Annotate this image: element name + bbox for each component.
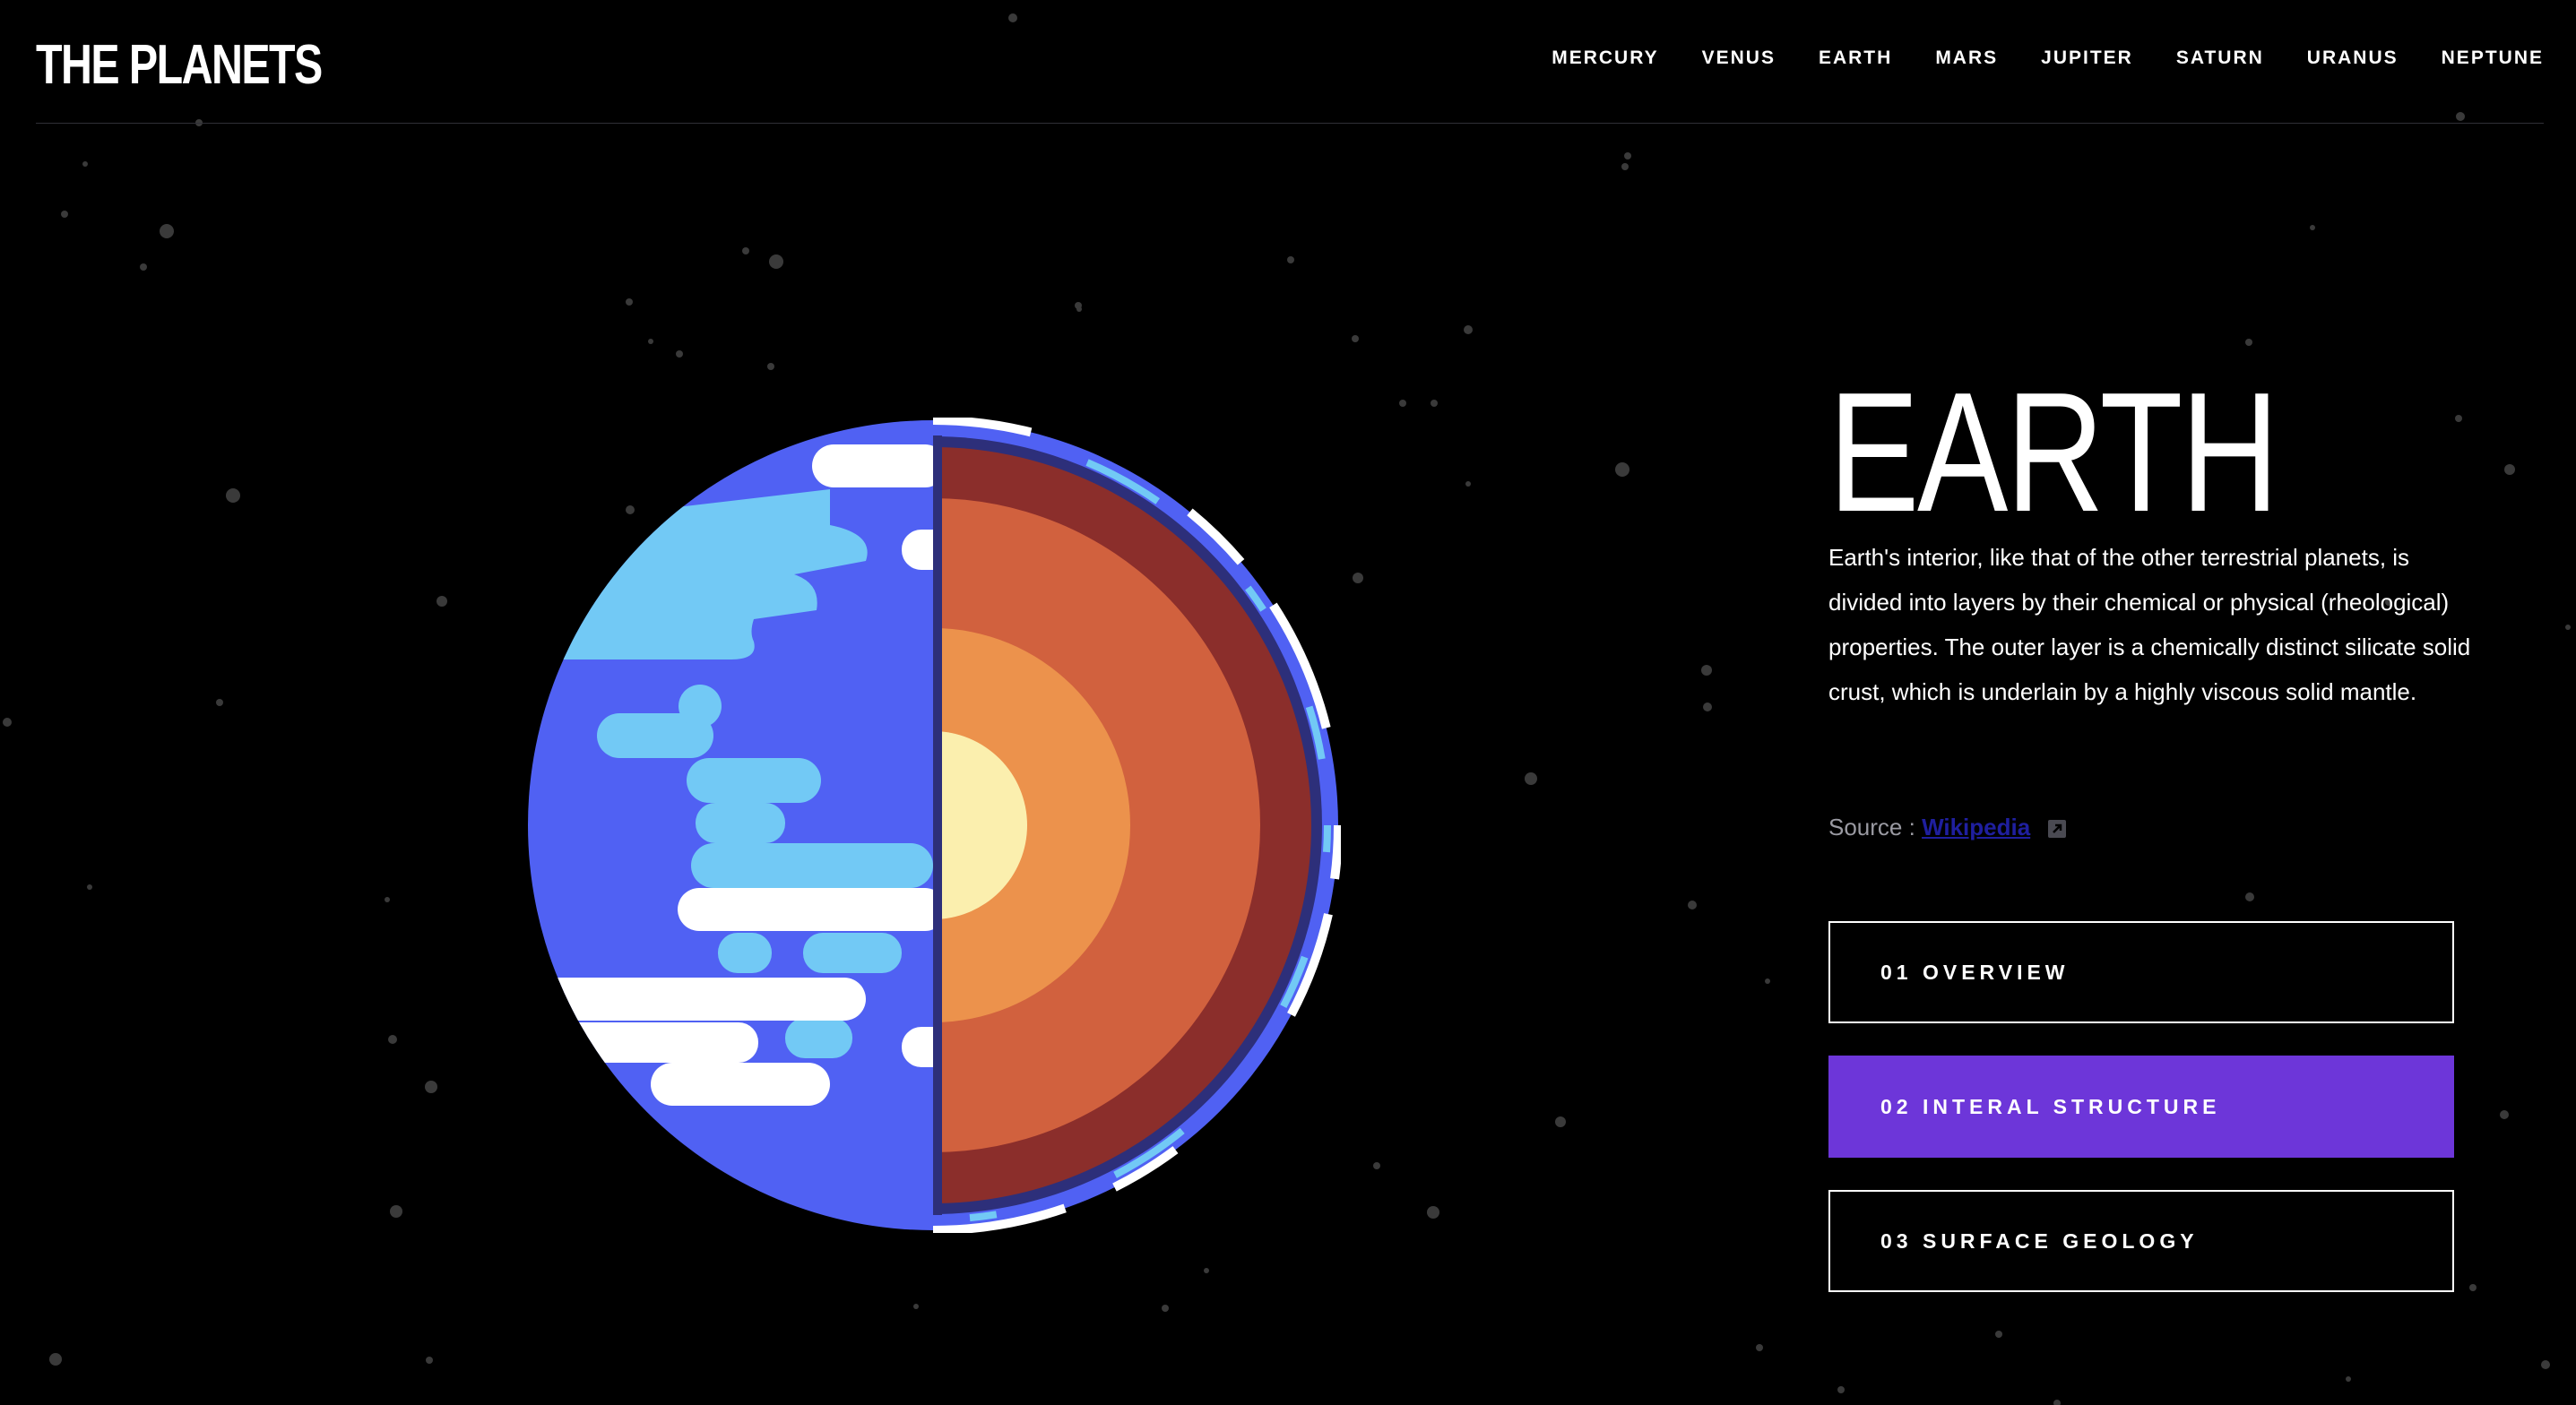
nav-item-earth[interactable]: EARTH [1819, 45, 1892, 72]
nav-item-venus[interactable]: VENUS [1702, 45, 1776, 72]
tab-overview-label: 01 OVERVIEW [1880, 960, 2070, 984]
nav-item-saturn[interactable]: SATURN [2176, 45, 2264, 72]
tab-surface-geology[interactable]: 03 SURFACE GEOLOGY [1828, 1190, 2454, 1292]
planet-title: EARTH [1828, 358, 2279, 547]
source-attribution: Source : Wikipedia [1828, 805, 2067, 849]
nav-item-neptune[interactable]: NEPTUNE [2442, 45, 2544, 72]
page: THE PLANETS MERCURY VENUS EARTH MARS JUP… [0, 0, 2576, 1405]
tab-internal-structure[interactable]: 02 INTERAL STRUCTURE [1828, 1056, 2454, 1158]
source-label: Source : [1828, 814, 1915, 840]
nav-item-mercury[interactable]: MERCURY [1552, 45, 1658, 72]
planet-description: Earth's interior, like that of the other… [1828, 544, 2471, 705]
site-logo[interactable]: THE PLANETS [36, 34, 323, 97]
tab-overview[interactable]: 01 OVERVIEW [1828, 921, 2454, 1023]
earth-internal-structure-illustration [528, 418, 1341, 1233]
header-divider [36, 123, 2544, 124]
source-link-wikipedia[interactable]: Wikipedia [1922, 814, 2030, 840]
nav-item-jupiter[interactable]: JUPITER [2041, 45, 2133, 72]
nav-item-uranus[interactable]: URANUS [2307, 45, 2399, 72]
tab-internal-structure-label: 02 INTERAL STRUCTURE [1880, 1094, 2221, 1118]
planet-nav: MERCURY VENUS EARTH MARS JUPITER SATURN … [1508, 45, 2544, 72]
nav-item-mars[interactable]: MARS [1935, 45, 1998, 72]
tab-surface-geology-label: 03 SURFACE GEOLOGY [1880, 1228, 2199, 1253]
external-link-icon[interactable] [2047, 819, 2067, 839]
